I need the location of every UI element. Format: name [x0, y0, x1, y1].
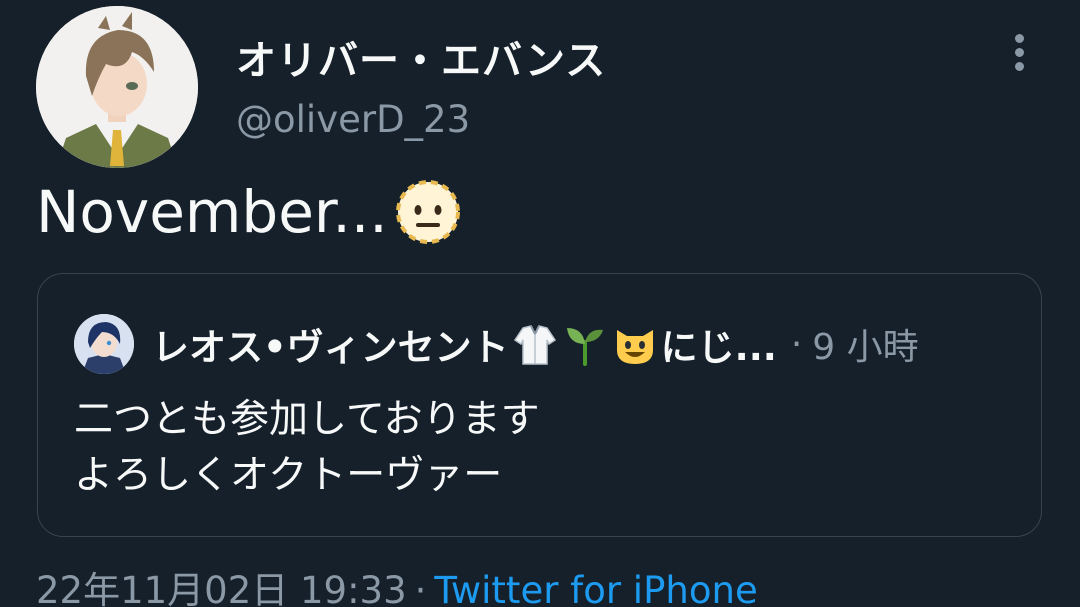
quoted-timestamp[interactable]: 9 小時 [812, 318, 918, 370]
quoted-author-name-continuation[interactable]: にじ... [661, 317, 777, 371]
quoted-author-name[interactable]: レオス•ヴィンセント [152, 317, 509, 371]
dotted-line-face-emoji [394, 178, 462, 246]
tweet-source-link[interactable]: Twitter for iPhone [434, 569, 757, 607]
anime-avatar-icon[interactable] [74, 314, 134, 374]
quoted-text-line: 二つとも参加しております [74, 397, 540, 442]
quoted-text-line: よろしくオクトーヴァー [74, 453, 503, 498]
lab-coat-emoji [511, 320, 559, 368]
quoted-tweet-text: 二つとも参加しております よろしくオクトーヴァー [74, 392, 540, 504]
anime-boy-avatar-icon[interactable] [36, 6, 198, 168]
author-display-name[interactable]: オリバー・エバンス [236, 28, 606, 86]
meta-separator: · [414, 569, 427, 607]
seedling-emoji [561, 320, 609, 368]
quoted-separator: · [790, 323, 803, 365]
tweet-text-content: November... [36, 178, 388, 246]
quoted-tweet[interactable]: レオス•ヴィンセント にじ... · 9 小時 二つとも参加しております よろし… [37, 273, 1042, 537]
tweet-timestamp[interactable]: 22年11月02日 19:33 [36, 569, 407, 607]
more-options-icon[interactable] [1000, 30, 1040, 74]
tweet-meta: 22年11月02日 19:33 · Twitter for iPhone [36, 560, 758, 607]
smiling-cat-emoji [611, 320, 659, 368]
tweet-text: November... [36, 178, 462, 246]
author-handle[interactable]: @oliverD_23 [236, 98, 470, 141]
tweet-detail: オリバー・エバンス @oliverD_23 November... レオス•ヴィ… [0, 0, 1080, 607]
quoted-author-row: レオス•ヴィンセント にじ... · 9 小時 [152, 316, 919, 372]
